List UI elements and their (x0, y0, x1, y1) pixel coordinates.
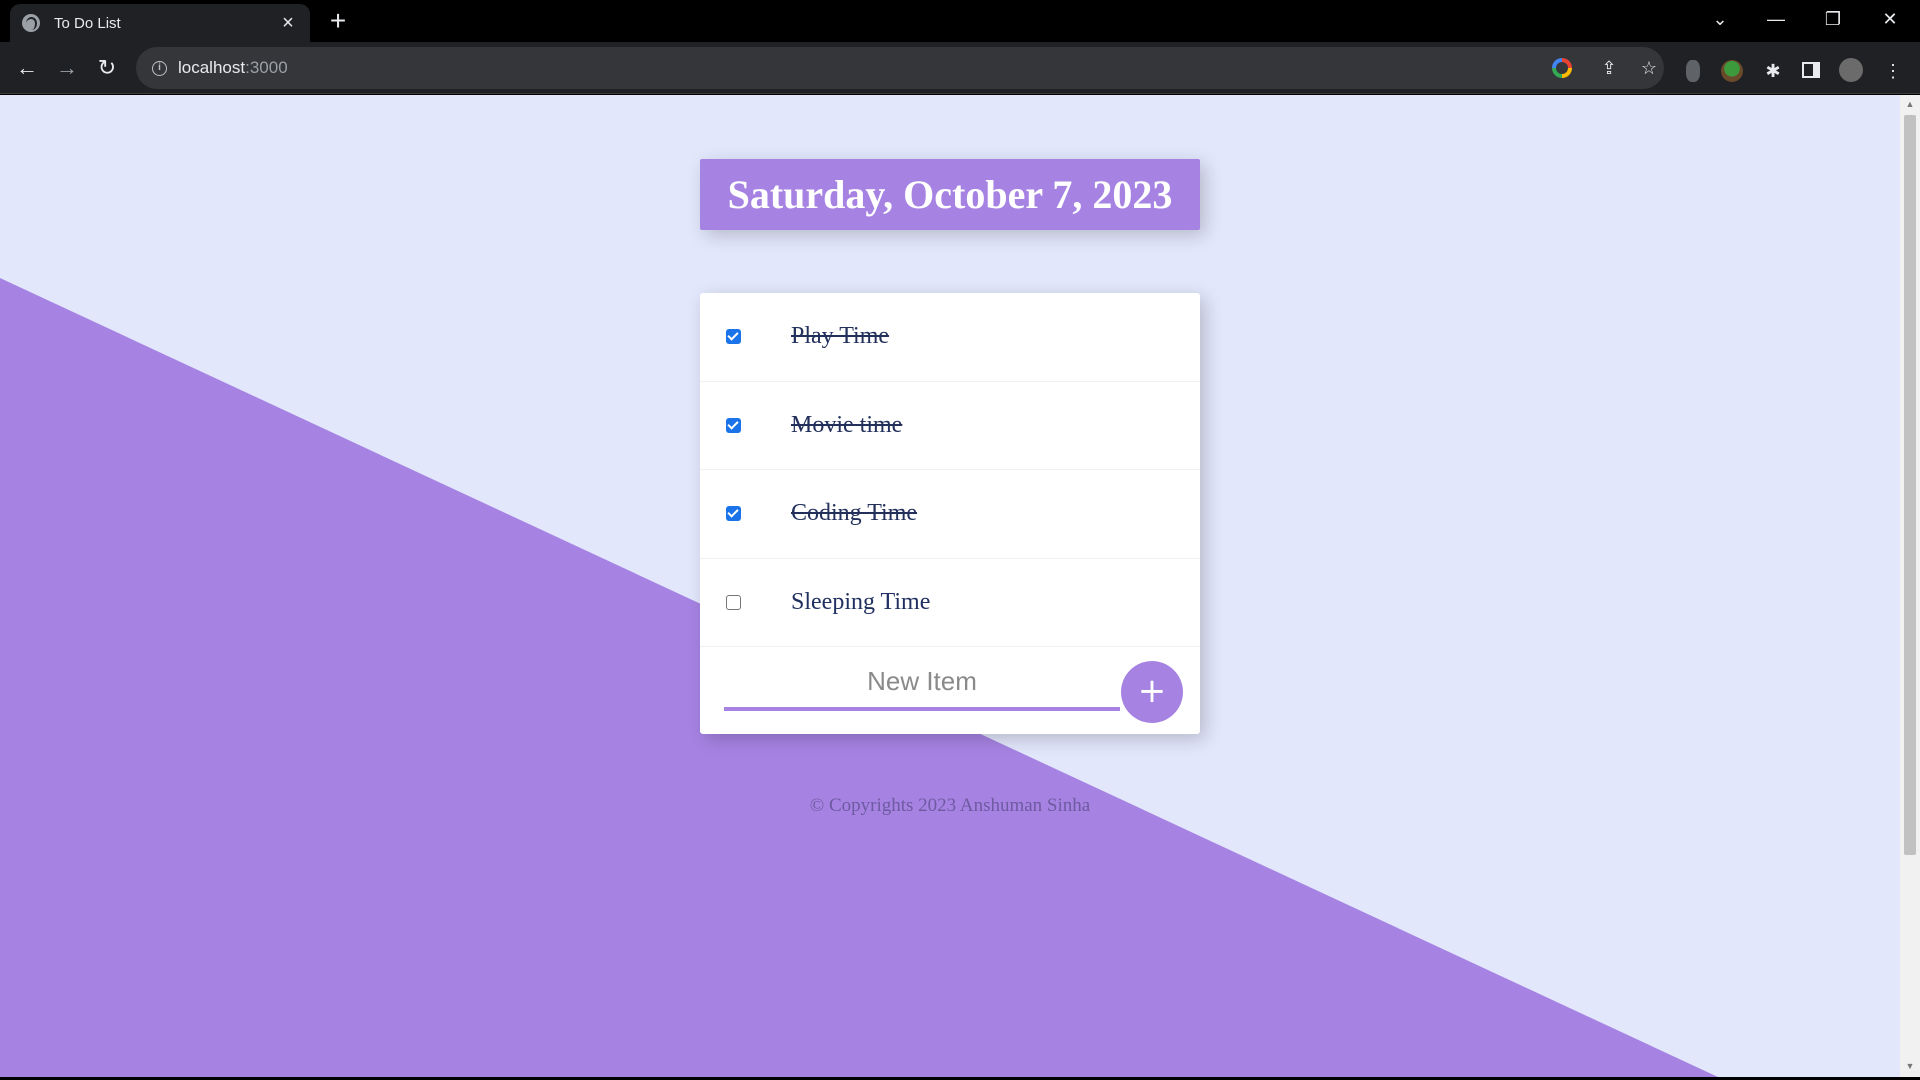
scroll-up-icon[interactable]: ▲ (1904, 99, 1916, 109)
list-item: Movie time (700, 382, 1200, 470)
item-checkbox[interactable] (726, 594, 741, 610)
address-bar[interactable]: i localhost:3000 ⇪ ☆ (136, 47, 1664, 89)
tab-title: To Do List (54, 14, 121, 32)
date-heading-box: Saturday, October 7, 2023 (700, 159, 1200, 230)
add-item-button[interactable]: + (1121, 661, 1183, 723)
list-item: Sleeping Time (700, 559, 1200, 647)
page-title: Saturday, October 7, 2023 (727, 172, 1173, 217)
item-checkbox[interactable] (726, 506, 741, 522)
browser-tab[interactable]: To Do List × (10, 4, 310, 42)
close-icon[interactable]: × (278, 12, 298, 35)
browser-toolbar: ← → ↻ i localhost:3000 ⇪ ☆ ✱ ⋮ (0, 42, 1920, 94)
restore-button[interactable]: ❐ (1813, 6, 1853, 32)
kebab-menu-icon[interactable]: ⋮ (1880, 58, 1906, 84)
close-window-button[interactable]: ✕ (1870, 6, 1910, 32)
todo-card: Play Time Movie time Coding Time Sleepin… (700, 293, 1200, 734)
url-text: localhost:3000 (178, 58, 288, 77)
scroll-down-icon[interactable]: ▼ (1904, 1061, 1916, 1071)
extension-icon[interactable] (1686, 60, 1700, 82)
avatar[interactable] (1839, 58, 1863, 82)
new-tab-button[interactable]: + (325, 7, 351, 35)
item-label: Coding Time (791, 500, 918, 527)
list-item: Play Time (700, 293, 1200, 382)
tree-extension-icon[interactable] (1721, 60, 1743, 82)
list-item: Coding Time (700, 470, 1200, 559)
info-icon[interactable]: i (152, 61, 167, 76)
sidepanel-icon[interactable] (1802, 62, 1820, 78)
share-icon[interactable]: ⇪ (1596, 55, 1622, 81)
tab-search-chevron-icon[interactable]: ⌄ (1700, 6, 1740, 32)
item-label: Play Time (791, 323, 890, 350)
reload-button[interactable]: ↻ (91, 52, 123, 84)
scroll-thumb[interactable] (1904, 115, 1916, 855)
minimize-button[interactable]: — (1756, 6, 1796, 32)
puzzle-icon[interactable]: ✱ (1760, 58, 1786, 84)
page-scrollbar[interactable]: ▲ ▼ (1900, 95, 1920, 1077)
star-icon[interactable]: ☆ (1636, 55, 1662, 81)
back-button[interactable]: ← (11, 52, 43, 84)
item-label: Sleeping Time (791, 588, 931, 615)
page-viewport: Saturday, October 7, 2023 Play Time Movi… (0, 95, 1900, 1077)
globe-icon (22, 14, 40, 32)
item-label: Movie time (791, 411, 903, 438)
tab-strip: To Do List × + ⌄ — ❐ ✕ (0, 0, 1920, 42)
new-item-form: + (700, 647, 1200, 734)
new-item-input[interactable] (724, 655, 1120, 711)
item-checkbox[interactable] (726, 417, 741, 433)
google-lens-icon[interactable] (1552, 58, 1572, 78)
item-checkbox[interactable] (726, 329, 741, 345)
forward-button[interactable]: → (51, 52, 83, 84)
footer-copyright: © Copyrights 2023 Anshuman Sinha (809, 795, 1091, 816)
